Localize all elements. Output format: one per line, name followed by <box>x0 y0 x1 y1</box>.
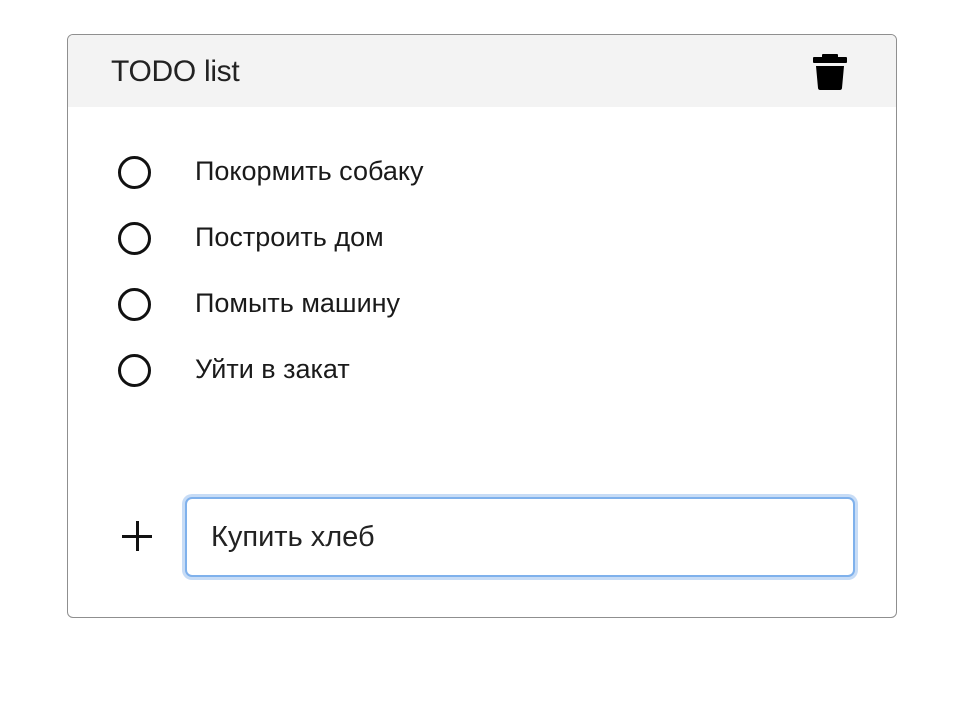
todo-list: Покормить собаку Построить дом Помыть ма… <box>68 139 896 403</box>
todo-checkbox[interactable] <box>118 288 151 321</box>
todo-label[interactable]: Построить дом <box>195 221 384 253</box>
todo-checkbox[interactable] <box>118 222 151 255</box>
todo-label[interactable]: Покормить собаку <box>195 155 423 187</box>
todo-card: TODO list Покормить собаку Построить дом… <box>67 34 897 618</box>
todo-checkbox[interactable] <box>118 354 151 387</box>
todo-label[interactable]: Помыть машину <box>195 287 400 319</box>
card-header: TODO list <box>68 35 896 107</box>
todo-item: Покормить собаку <box>68 139 896 205</box>
plus-icon[interactable] <box>122 521 154 553</box>
new-todo-input[interactable] <box>185 497 855 577</box>
todo-item: Помыть машину <box>68 271 896 337</box>
todo-item: Уйти в закат <box>68 337 896 403</box>
trash-icon <box>813 54 847 90</box>
clear-list-button[interactable] <box>812 51 848 91</box>
todo-checkbox[interactable] <box>118 156 151 189</box>
card-title: TODO list <box>111 55 240 88</box>
todo-item: Построить дом <box>68 205 896 271</box>
todo-label[interactable]: Уйти в закат <box>195 353 350 385</box>
